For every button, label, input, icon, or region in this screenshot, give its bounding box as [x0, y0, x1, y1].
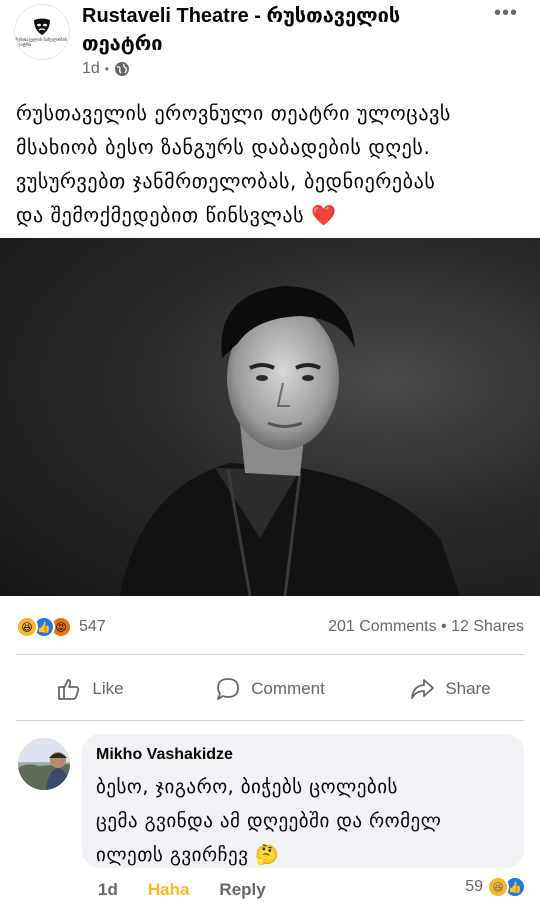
- post-text-line: ვუსურვებთ ჯანმრთელობას, ბედნიერებას: [16, 169, 436, 193]
- portrait-photo: [120, 286, 460, 596]
- post-stats: 😆 👍 😡 547 201 Comments • 12 Shares: [0, 612, 540, 642]
- comment-reaction-count: 59: [465, 878, 483, 895]
- comment-bubble-icon: [217, 678, 240, 700]
- comment-text: ბესო, ჯიგარო, ბიჭებს ცოლების ცემა გვინდა…: [96, 770, 510, 872]
- comment-author[interactable]: Mikho Vashakidze: [96, 746, 510, 764]
- page-avatar[interactable]: რუსთაველის სახელობის თეატრი: [14, 4, 70, 60]
- theatre-mask-logo-icon: [34, 18, 50, 35]
- reply-button[interactable]: Reply: [219, 880, 265, 900]
- share-button[interactable]: Share: [360, 664, 540, 714]
- divider: [16, 720, 524, 721]
- post-text-line: რუსთაველის ეროვნული თეატრი ულოცავს: [16, 101, 451, 125]
- reaction-count: 547: [79, 618, 106, 635]
- post-text: რუსთაველის ეროვნული თეატრი ულოცავს მსახი…: [16, 96, 526, 232]
- haha-button[interactable]: Haha: [148, 880, 190, 900]
- comment-text-line: ილეთს გვირჩევ 🤔: [96, 844, 280, 866]
- globe-icon: [115, 62, 129, 76]
- post-meta: 1d •: [82, 60, 130, 78]
- commenter-photo: [18, 738, 70, 790]
- comment-actions: 1d Haha Reply: [98, 880, 266, 900]
- logo-text: რუსთაველის სახელობის თეატრი: [15, 36, 68, 47]
- more-options-button[interactable]: •••: [494, 2, 518, 25]
- comment-label: Comment: [251, 679, 325, 698]
- comment-button[interactable]: Comment: [180, 664, 360, 714]
- avatar[interactable]: [18, 738, 70, 790]
- post-time[interactable]: 1d: [82, 60, 100, 78]
- comment-text-line: ბესო, ჯიგარო, ბიჭებს ცოლების: [96, 776, 398, 798]
- post-text-line: მსახიობ ბესო ზანგურს დაბადების დღეს.: [16, 135, 431, 159]
- comment-time[interactable]: 1d: [98, 880, 118, 900]
- post-actions: Like Comment Share: [0, 664, 540, 714]
- share-label: Share: [445, 679, 491, 698]
- share-arrow-icon: [411, 679, 435, 699]
- page-name[interactable]: Rustaveli Theatre - რუსთაველის თეატრი: [82, 2, 482, 58]
- reactions-summary[interactable]: 😆 👍 😡 547: [16, 616, 106, 638]
- post-header: რუსთაველის სახელობის თეატრი Rustaveli Th…: [0, 0, 540, 92]
- heart-emoji-icon: ❤️: [311, 203, 337, 227]
- like-button[interactable]: Like: [0, 664, 180, 714]
- comment-reactions[interactable]: 59 😆 👍: [465, 876, 526, 898]
- post-photo[interactable]: [0, 238, 540, 596]
- meta-separator: •: [104, 62, 109, 76]
- divider: [16, 654, 524, 655]
- comments-shares-count[interactable]: 201 Comments • 12 Shares: [328, 618, 524, 636]
- post-text-line: და შემოქმედებით წინსვლას ❤️: [16, 203, 337, 227]
- comment-text-line: ცემა გვინდა ამ დღეებში და რომელ: [96, 810, 442, 832]
- thumbs-up-icon: [58, 679, 80, 700]
- comment-bubble: Mikho Vashakidze ბესო, ჯიგარო, ბიჭებს ცო…: [82, 734, 524, 868]
- haha-reaction-icon: 😆: [16, 616, 38, 638]
- haha-reaction-icon: 😆: [487, 876, 509, 898]
- thinking-emoji-icon: 🤔: [255, 844, 280, 866]
- like-label: Like: [92, 679, 124, 698]
